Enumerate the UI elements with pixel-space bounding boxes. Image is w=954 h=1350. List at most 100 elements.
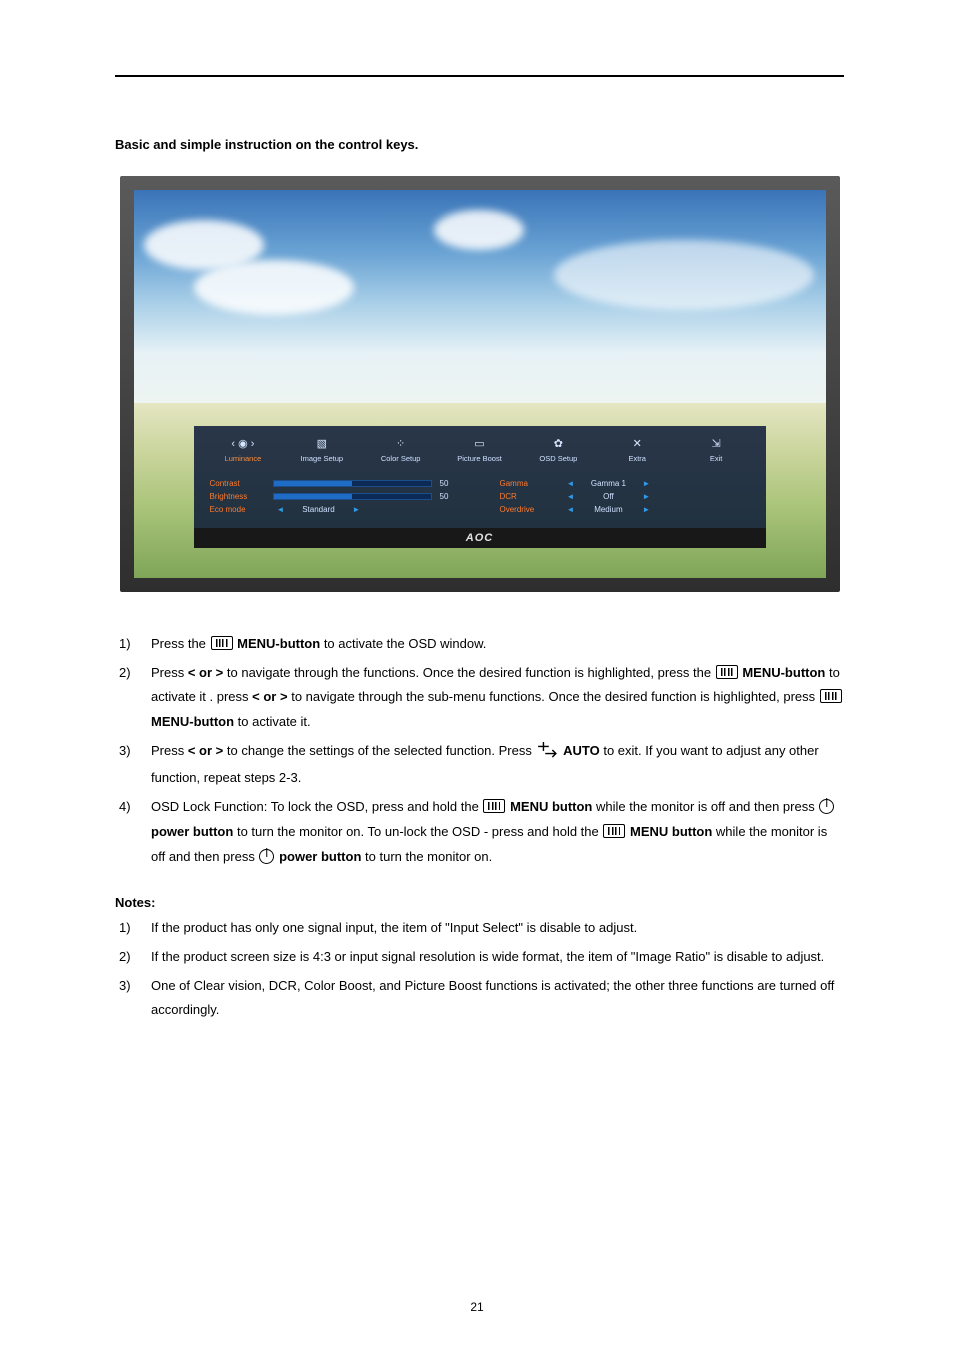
- exit-icon: ⇲: [679, 437, 754, 451]
- color-setup-icon: ⁘: [363, 437, 438, 451]
- menu-icon: [211, 636, 233, 650]
- instruction-item-1: Press the MENU-button to activate the OS…: [115, 632, 844, 657]
- notes-item-2: If the product screen size is 4:3 or inp…: [115, 945, 844, 970]
- label: Contrast: [210, 479, 265, 488]
- bold: power button: [279, 849, 361, 864]
- brand-logo: AOC: [194, 528, 766, 548]
- right-arrow-icon[interactable]: ►: [638, 479, 654, 488]
- label: DCR: [500, 492, 555, 501]
- left-arrow-icon[interactable]: ◄: [563, 479, 579, 488]
- slider[interactable]: [273, 493, 432, 500]
- power-icon: [819, 799, 834, 814]
- tab-label: Exit: [710, 454, 723, 463]
- osd-col-left: Contrast 50 Brightness 50 Eco mode ◄ Sta…: [210, 475, 460, 518]
- top-rule: [115, 75, 844, 77]
- value: Gamma 1: [586, 479, 630, 488]
- notes-list: If the product has only one signal input…: [115, 916, 844, 1023]
- value: 50: [440, 492, 460, 501]
- menu-icon: [716, 665, 738, 679]
- value: 50: [440, 479, 460, 488]
- osd-tab-osd-setup[interactable]: ✿ OSD Setup: [521, 437, 596, 463]
- right-arrow-icon[interactable]: ►: [348, 505, 364, 514]
- monitor-frame: ‹ ◉ › Luminance ▧ Image Setup ⁘ Color Se…: [120, 176, 840, 592]
- text: Press: [151, 665, 188, 680]
- text: Press: [151, 743, 188, 758]
- instruction-item-3: Press < or > to change the settings of t…: [115, 739, 844, 791]
- bold: power button: [151, 824, 233, 839]
- tab-label: OSD Setup: [539, 454, 577, 463]
- label: Eco mode: [210, 505, 265, 514]
- osd-row-gamma[interactable]: Gamma ◄ Gamma 1 ►: [500, 479, 750, 488]
- tab-label: Picture Boost: [457, 454, 502, 463]
- bold: AUTO: [563, 743, 600, 758]
- osd-row-dcr[interactable]: DCR ◄ Off ►: [500, 492, 750, 501]
- bold: < or >: [188, 665, 223, 680]
- notes-item-3: One of Clear vision, DCR, Color Boost, a…: [115, 974, 844, 1023]
- bold: MENU-button: [237, 636, 320, 651]
- text: to change the settings of the selected f…: [227, 743, 536, 758]
- value: Medium: [586, 505, 630, 514]
- bold: MENU button: [630, 824, 712, 839]
- power-icon: [259, 849, 274, 864]
- osd-row-eco[interactable]: Eco mode ◄ Standard ►: [210, 505, 460, 514]
- tab-label: Luminance: [225, 454, 262, 463]
- notes-item-1: If the product has only one signal input…: [115, 916, 844, 941]
- text: to activate it.: [238, 714, 311, 729]
- menu-icon: [820, 689, 842, 703]
- osd-row-overdrive[interactable]: Overdrive ◄ Medium ►: [500, 505, 750, 514]
- tab-label: Color Setup: [381, 454, 421, 463]
- right-arrow-icon[interactable]: ►: [638, 492, 654, 501]
- page-number: 21: [0, 1300, 954, 1314]
- instruction-item-2: Press < or > to navigate through the fun…: [115, 661, 844, 735]
- left-arrow-icon[interactable]: ◄: [273, 505, 289, 514]
- osd-col-right: Gamma ◄ Gamma 1 ► DCR ◄ Off ► Overdrive …: [500, 475, 750, 518]
- tab-label: Image Setup: [301, 454, 344, 463]
- image-setup-icon: ▧: [284, 437, 359, 451]
- osd-tab-luminance[interactable]: ‹ ◉ › Luminance: [206, 437, 281, 463]
- text: to activate the OSD window.: [324, 636, 487, 651]
- osd-tab-picture-boost[interactable]: ▭ Picture Boost: [442, 437, 517, 463]
- heading: Basic and simple instruction on the cont…: [115, 137, 844, 152]
- auto-icon: [536, 742, 558, 767]
- extra-icon: ✕: [600, 437, 675, 451]
- text: while the monitor is off and then press: [596, 799, 818, 814]
- label: Brightness: [210, 492, 265, 501]
- value: Off: [586, 492, 630, 501]
- bold: MENU-button: [742, 665, 825, 680]
- luminance-icon: ‹ ◉ ›: [206, 437, 281, 451]
- right-arrow-icon[interactable]: ►: [638, 505, 654, 514]
- osd-panel: ‹ ◉ › Luminance ▧ Image Setup ⁘ Color Se…: [194, 426, 766, 528]
- osd-setup-icon: ✿: [521, 437, 596, 451]
- osd-row-brightness[interactable]: Brightness 50: [210, 492, 460, 501]
- label: Gamma: [500, 479, 555, 488]
- notes-heading: Notes:: [115, 895, 844, 910]
- label: Overdrive: [500, 505, 555, 514]
- text: to navigate through the sub-menu functio…: [291, 689, 819, 704]
- tab-label: Extra: [628, 454, 646, 463]
- left-arrow-icon[interactable]: ◄: [563, 492, 579, 501]
- osd-tab-exit[interactable]: ⇲ Exit: [679, 437, 754, 463]
- osd-tab-color-setup[interactable]: ⁘ Color Setup: [363, 437, 438, 463]
- bold: < or >: [188, 743, 223, 758]
- text: to navigate through the functions. Once …: [227, 665, 715, 680]
- osd-tab-extra[interactable]: ✕ Extra: [600, 437, 675, 463]
- text: OSD Lock Function: To lock the OSD, pres…: [151, 799, 482, 814]
- value: Standard: [296, 505, 340, 514]
- menu-icon: [483, 799, 505, 813]
- slider[interactable]: [273, 480, 432, 487]
- left-arrow-icon[interactable]: ◄: [563, 505, 579, 514]
- osd-row-contrast[interactable]: Contrast 50: [210, 479, 460, 488]
- bold: MENU button: [510, 799, 592, 814]
- osd-tabs: ‹ ◉ › Luminance ▧ Image Setup ⁘ Color Se…: [200, 434, 760, 471]
- instruction-item-4: OSD Lock Function: To lock the OSD, pres…: [115, 795, 844, 869]
- text: Press the: [151, 636, 210, 651]
- picture-boost-icon: ▭: [442, 437, 517, 451]
- menu-icon: [603, 824, 625, 838]
- text: to turn the monitor on.: [365, 849, 492, 864]
- screen: ‹ ◉ › Luminance ▧ Image Setup ⁘ Color Se…: [134, 190, 826, 578]
- bold: < or >: [252, 689, 287, 704]
- osd-tab-image-setup[interactable]: ▧ Image Setup: [284, 437, 359, 463]
- text: to turn the monitor on. To un-lock the O…: [237, 824, 602, 839]
- instruction-list: Press the MENU-button to activate the OS…: [115, 632, 844, 869]
- bold: MENU-button: [151, 714, 234, 729]
